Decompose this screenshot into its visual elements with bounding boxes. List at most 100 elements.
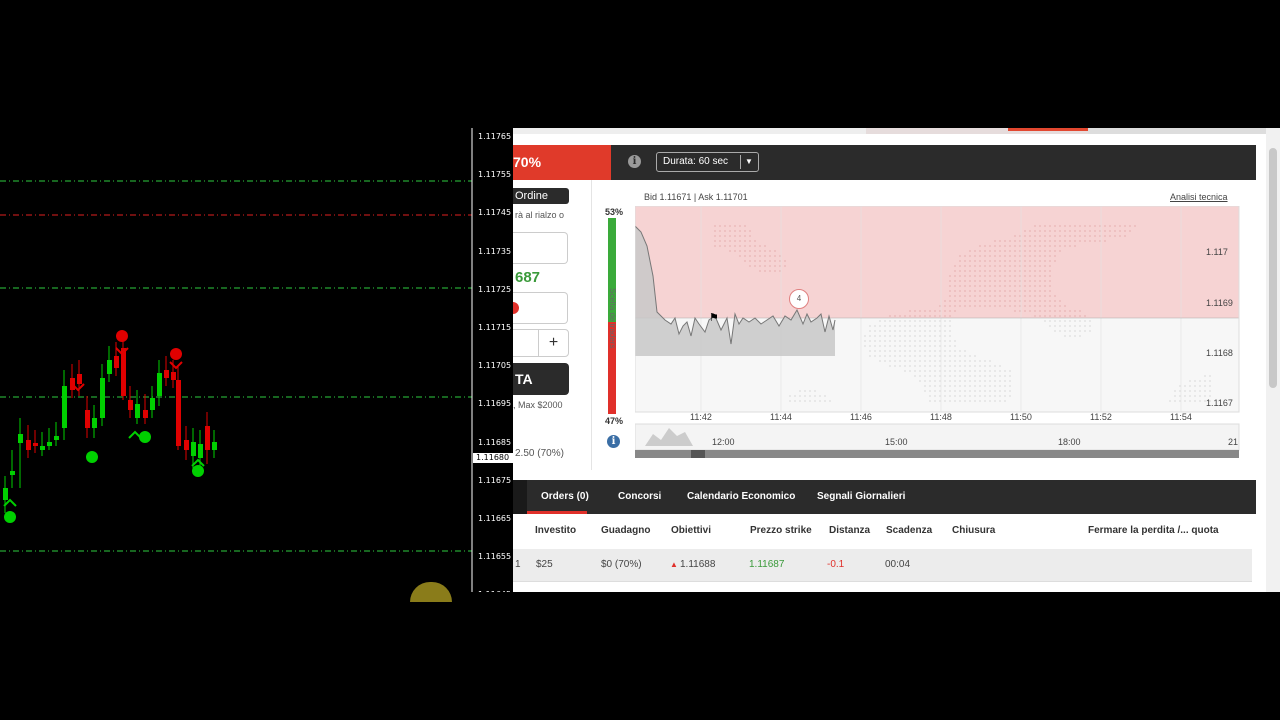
signal-dot: [170, 348, 182, 360]
candle-body: [191, 442, 196, 456]
candle-body: [107, 360, 112, 374]
tab-orders[interactable]: Orders (0): [541, 480, 589, 514]
col-investito[interactable]: Investito: [535, 525, 576, 536]
candle-body: [121, 348, 126, 396]
header-bar: 70% Guadagno i Durata: 60 sec ▼: [513, 145, 1256, 205]
tab-concorsi[interactable]: Concorsi: [618, 480, 661, 514]
strike-price: 687: [515, 269, 541, 286]
signal-dot: [116, 330, 128, 342]
candle-body: [47, 442, 52, 446]
payout-text: 2.50 (70%): [515, 448, 564, 459]
candle-body: [157, 373, 162, 396]
bid-ask: Bid 1.11671 | Ask 1.11701: [644, 192, 748, 202]
max-amount-text: , Max $2000: [513, 400, 563, 410]
col-obiettivi[interactable]: Obiettivi: [671, 525, 711, 536]
candle-body: [92, 418, 97, 428]
tab-signals[interactable]: Segnali Giornalieri: [817, 480, 905, 514]
col-guadagno[interactable]: Guadagno: [601, 525, 650, 536]
candle-body: [33, 443, 38, 446]
gain-badge: 70% Guadagno: [513, 145, 611, 205]
candle-body: [77, 374, 82, 384]
col-stoploss[interactable]: Fermare la perdita /... quota: [1088, 525, 1219, 536]
orders-tabbar: Orders (0) Concorsi Calendario Economico…: [513, 480, 1256, 514]
price-axis-label: 1.11695: [478, 399, 512, 409]
candle-body: [114, 356, 119, 368]
signal-dot: [4, 511, 16, 523]
candle-body: [205, 426, 210, 450]
direction-input[interactable]: [513, 292, 568, 324]
cell-strike: 1.11687: [749, 559, 785, 570]
price-axis-label: 1.11645: [478, 590, 511, 592]
price-axis-label: 1.11655: [478, 552, 512, 562]
signal-dot: [192, 465, 204, 477]
candle-body: [40, 446, 45, 450]
navigator-label: 12:00: [712, 437, 735, 447]
arrow-up-icon: [128, 430, 142, 439]
y-axis-label: 1.1167: [1206, 398, 1233, 408]
sentiment-label: Scelta de traders: [608, 288, 617, 349]
x-axis-label: 11:44: [770, 412, 792, 422]
submit-button[interactable]: TA: [513, 363, 569, 395]
duration-label: Durata: 60 sec: [663, 156, 729, 167]
navigator-label: 18:00: [1058, 437, 1081, 447]
col-scadenza[interactable]: Scadenza: [886, 525, 932, 536]
stepper-field[interactable]: [513, 329, 538, 357]
analysis-link[interactable]: Analisi tecnica: [1170, 192, 1228, 202]
chevron-down-icon[interactable]: ▼: [745, 153, 753, 171]
direction-hint: rà al rialzo o: [515, 210, 565, 220]
candle-body: [198, 444, 203, 458]
candle-body: [212, 442, 217, 450]
price-axis-label: 1.11685: [478, 437, 512, 447]
current-price-label: 1.11680: [473, 453, 514, 463]
price-axis-label: 1.11675: [478, 475, 512, 485]
mt4-chart[interactable]: 1.11765 1.11755 1.11745 1.11735 1.11725 1.117…: [0, 128, 514, 592]
price-axis-label: 1.11665: [478, 514, 512, 523]
candle-body: [85, 410, 90, 428]
col-distanza[interactable]: Distanza: [829, 525, 870, 536]
x-axis-label: 11:42: [690, 412, 712, 422]
price-axis-label: 1.11765: [478, 132, 512, 141]
candle-body: [143, 410, 148, 418]
top-strip: [513, 128, 1266, 134]
candle-body: [176, 380, 181, 446]
price-axis-label: 1.11755: [478, 170, 512, 180]
candle-body: [26, 440, 31, 450]
price-axis-label: 1.11745: [478, 208, 512, 218]
price-axis-label: 1.11735: [478, 246, 512, 256]
red-dot-icon: [513, 302, 519, 314]
candle-body: [10, 471, 15, 475]
price-chart[interactable]: [635, 206, 1241, 462]
candle-body: [184, 440, 189, 450]
y-axis-label: 1.1169: [1206, 298, 1233, 308]
y-axis-label: 1.1168: [1206, 348, 1233, 358]
tab-calendar[interactable]: Calendario Economico: [687, 480, 795, 514]
duration-select[interactable]: Durata: 60 sec ▼: [656, 152, 759, 172]
arrow-up-icon: [3, 498, 17, 507]
plus-button[interactable]: +: [538, 329, 569, 357]
amount-input[interactable]: [513, 232, 568, 264]
flag-icon: ⚑: [709, 312, 719, 324]
arrow-down-icon: [169, 361, 183, 370]
row-id: 1: [515, 559, 521, 570]
candle-body: [54, 436, 59, 440]
navigator-label: 15:00: [885, 437, 908, 447]
order-tab[interactable]: Ordine: [513, 188, 569, 204]
x-axis-label: 11:46: [850, 412, 872, 422]
x-axis-label: 11:52: [1090, 412, 1112, 422]
navigator-label: 21: [1228, 437, 1239, 447]
price-axis-label: 1.11705: [478, 361, 512, 371]
price-axis-label: 1.11725: [478, 284, 512, 294]
y-axis-label: 1.117: [1206, 247, 1228, 257]
cell-investito: $25: [536, 559, 553, 570]
info-icon[interactable]: i: [607, 435, 620, 448]
sentiment-bottom-pct: 47%: [605, 416, 624, 426]
x-axis-label: 11:50: [1010, 412, 1032, 422]
page-scrollbar[interactable]: [1266, 128, 1280, 592]
col-chiusura[interactable]: Chiusura: [952, 525, 995, 536]
x-axis-label: 11:48: [930, 412, 952, 422]
info-icon[interactable]: i: [628, 155, 641, 168]
col-strike[interactable]: Prezzo strike: [750, 525, 812, 536]
trade-marker-badge[interactable]: 4: [789, 289, 809, 309]
cell-guadagno: $0 (70%): [601, 559, 642, 570]
sentiment-top-pct: 53%: [605, 207, 624, 217]
